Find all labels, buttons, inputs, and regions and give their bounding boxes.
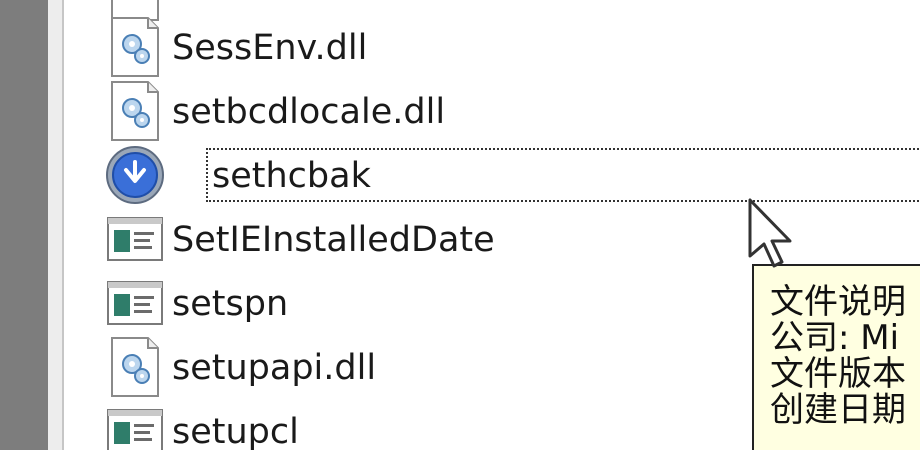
tooltip-description: 文件说明 [770, 282, 906, 322]
dll-file-icon [104, 336, 166, 398]
setup-app-icon [104, 144, 166, 206]
window-app-icon [104, 272, 166, 334]
file-name: setbcdlocale.dll [172, 92, 446, 132]
tooltip-date: 创建日期 [770, 390, 906, 430]
navigation-pane[interactable] [0, 0, 48, 450]
list-item[interactable]: SessEnv.dll [104, 16, 920, 80]
file-info-tooltip: 文件说明 公司: Mi 文件版本 创建日期 [752, 264, 920, 450]
file-name: setspn [172, 284, 289, 324]
file-name: sethcbak [212, 156, 371, 196]
dll-file-icon [104, 16, 166, 78]
window-app-icon [104, 208, 166, 270]
list-item[interactable]: setbcdlocale.dll [104, 80, 920, 144]
file-name: setupcl [172, 412, 299, 450]
tooltip-company: 公司: Mi [770, 318, 900, 358]
tooltip-version: 文件版本 [770, 354, 906, 394]
mouse-cursor-icon [748, 198, 792, 268]
explorer-window: SessEnv.dll setbcdlocale.dll sethcbak Se… [0, 0, 920, 450]
pane-splitter[interactable] [48, 0, 64, 450]
file-name: setupapi.dll [172, 348, 377, 388]
dll-file-icon [104, 80, 166, 142]
window-app-icon [104, 400, 166, 450]
file-name: SessEnv.dll [172, 28, 368, 68]
file-name: SetIEInstalledDate [172, 220, 495, 260]
